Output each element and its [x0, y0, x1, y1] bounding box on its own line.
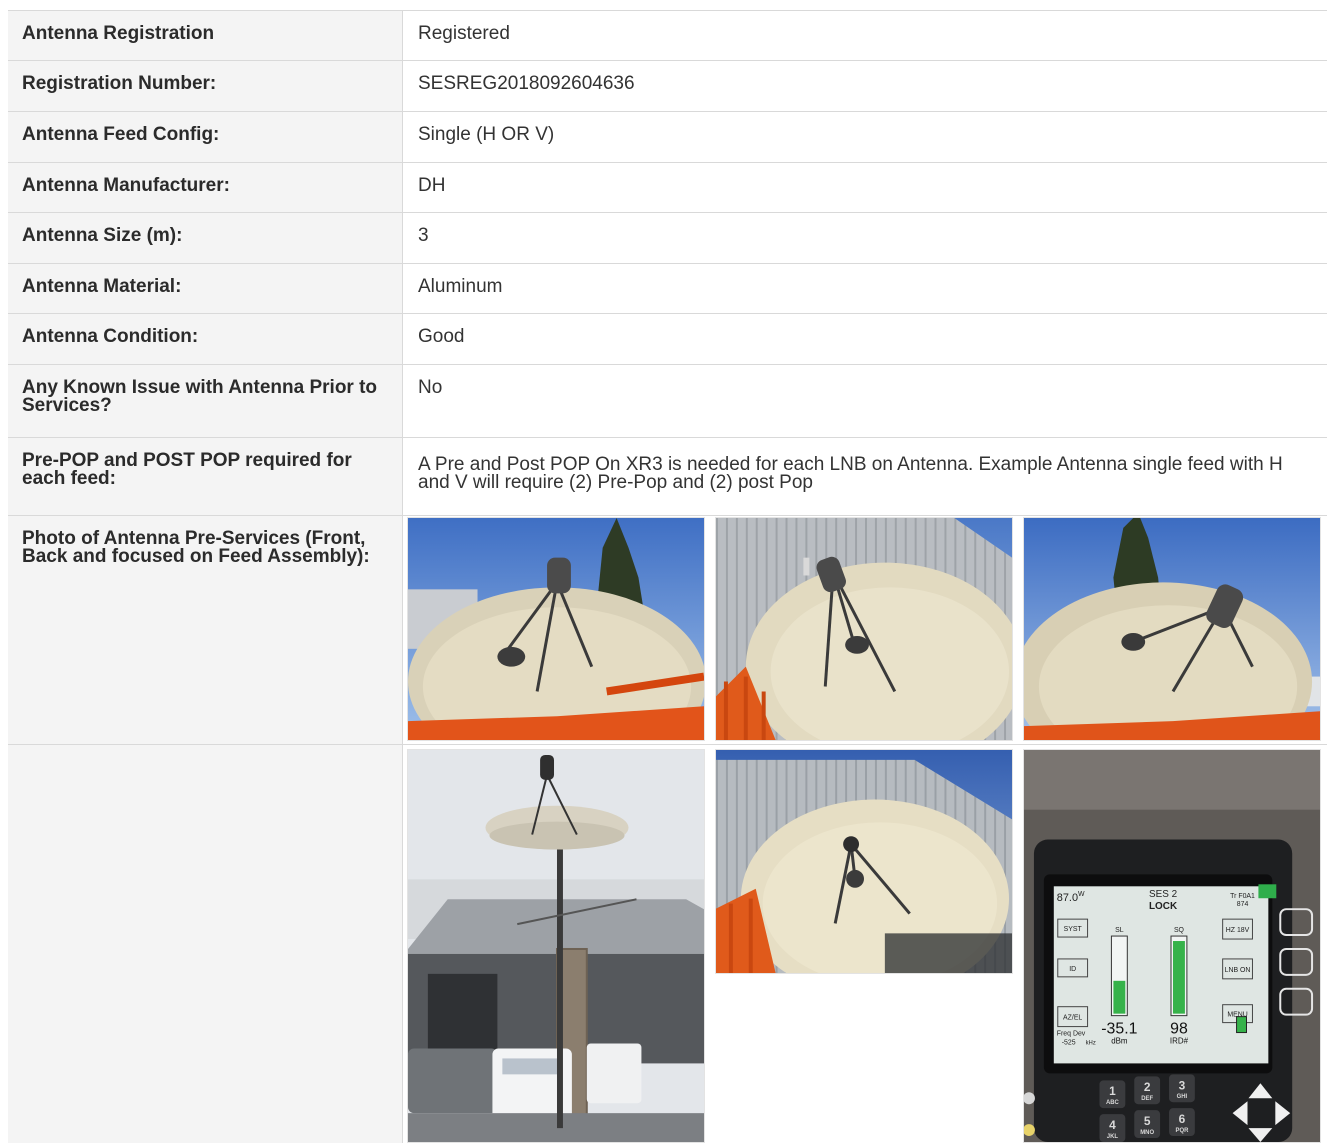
table-row: Antenna Manufacturer: DH [8, 163, 1327, 213]
table-row: Pre-POP and POST POP required for each f… [8, 438, 1327, 516]
table-row: Antenna Material: Aluminum [8, 264, 1327, 314]
antenna-photo-feed-front[interactable] [715, 749, 1013, 974]
row-value: Good [418, 326, 465, 347]
row-label: Pre-POP and POST POP required for each f… [8, 438, 403, 515]
svg-text:MNO: MNO [1140, 1130, 1154, 1136]
svg-text:Freq Dev: Freq Dev [1057, 1031, 1086, 1038]
row-label: Registration Number: [8, 61, 403, 111]
table-row: Antenna Feed Config: Single (H OR V) [8, 112, 1327, 163]
svg-text:DEF: DEF [1141, 1096, 1153, 1102]
svg-text:874: 874 [1237, 901, 1249, 908]
svg-text:kHz: kHz [1086, 1040, 1096, 1046]
row-label: Antenna Feed Config: [8, 112, 403, 162]
antenna-photo-back[interactable] [715, 517, 1013, 741]
svg-text:LOCK: LOCK [1149, 901, 1178, 912]
svg-text:SQ: SQ [1174, 927, 1185, 934]
svg-text:-35.1: -35.1 [1101, 1021, 1137, 1038]
row-value: No [418, 377, 443, 398]
svg-text:ABC: ABC [1106, 1100, 1120, 1106]
row-value: Aluminum [418, 276, 503, 297]
svg-text:GHI: GHI [1177, 1094, 1188, 1100]
antenna-details-table: Antenna Registration Registered Registra… [8, 10, 1327, 1143]
svg-text:3: 3 [1179, 1078, 1186, 1092]
table-row: Antenna Registration Registered [8, 11, 1327, 61]
svg-text:SL: SL [1115, 927, 1124, 934]
svg-text:-525: -525 [1062, 1039, 1076, 1046]
svg-text:98: 98 [1170, 1021, 1188, 1038]
table-row: Registration Number: SESREG2018092604636 [8, 61, 1327, 112]
row-label: Antenna Condition: [8, 314, 403, 364]
row-label: Photo of Antenna Pre-Services (Front, Ba… [8, 516, 403, 744]
svg-text:Tr F0A1: Tr F0A1 [1230, 893, 1255, 900]
row-label: Antenna Material: [8, 264, 403, 313]
svg-text:SYST: SYST [1064, 926, 1083, 933]
row-label: Antenna Registration [8, 11, 403, 60]
svg-text:4: 4 [1109, 1118, 1116, 1132]
svg-text:1: 1 [1109, 1084, 1116, 1098]
row-value: Registered [418, 23, 510, 44]
svg-text:JKL: JKL [1107, 1134, 1119, 1140]
row-value: DH [418, 175, 446, 196]
svg-text:dBm: dBm [1111, 1036, 1128, 1045]
svg-text:LNB ON: LNB ON [1225, 967, 1251, 974]
table-row: Antenna Condition: Good [8, 314, 1327, 365]
row-value: SESREG2018092604636 [418, 73, 635, 94]
svg-text:HZ 18V: HZ 18V [1226, 927, 1250, 934]
row-label: Antenna Manufacturer: [8, 163, 403, 212]
row-label: Any Known Issue with Antenna Prior to Se… [8, 365, 403, 437]
svg-text:IRD#: IRD# [1170, 1036, 1189, 1045]
svg-text:ID: ID [1069, 966, 1076, 973]
row-value: Single (H OR V) [418, 124, 555, 145]
svg-text:5: 5 [1144, 1114, 1151, 1128]
row-value: 3 [418, 225, 429, 246]
antenna-photo-feed-assembly[interactable] [1023, 517, 1321, 741]
row-label: Antenna Size (m): [8, 213, 403, 263]
antenna-photo-overview[interactable] [407, 749, 705, 1143]
svg-text:PQR: PQR [1175, 1128, 1189, 1134]
signal-meter-photo[interactable]: 87.0W SES 2 LOCK Tr F0A1 874 SYST ID AZ/… [1023, 749, 1321, 1143]
table-row: Any Known Issue with Antenna Prior to Se… [8, 365, 1327, 438]
antenna-photo-front[interactable] [407, 517, 705, 741]
table-row: Antenna Size (m): 3 [8, 213, 1327, 264]
row-label-empty [8, 745, 403, 1143]
row-value: A Pre and Post POP On XR3 is needed for … [418, 454, 1283, 493]
svg-text:AZ/EL: AZ/EL [1063, 1015, 1082, 1022]
svg-text:SES 2: SES 2 [1149, 889, 1178, 900]
svg-text:6: 6 [1179, 1112, 1186, 1126]
svg-text:2: 2 [1144, 1080, 1151, 1094]
